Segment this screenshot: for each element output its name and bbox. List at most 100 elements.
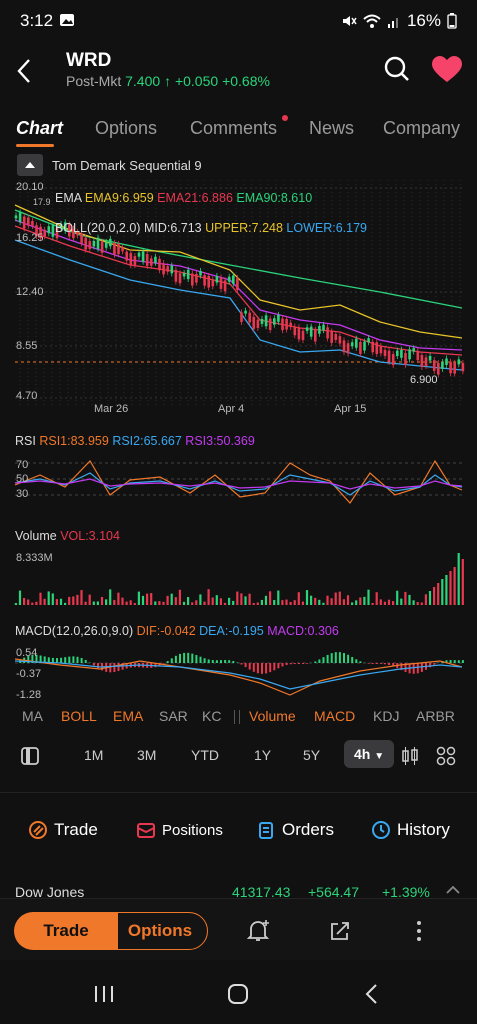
candle-body — [277, 314, 280, 322]
volume-bar — [146, 593, 149, 605]
candle-body — [342, 340, 346, 353]
volume-bar — [51, 593, 54, 605]
macd-histogram-bar — [281, 663, 284, 667]
candle-body — [338, 336, 342, 344]
macd-histogram-bar — [412, 663, 415, 674]
orders-action[interactable]: Orders — [256, 820, 334, 840]
main-price-chart[interactable] — [0, 180, 477, 415]
macd-histogram-bar — [293, 663, 296, 664]
macd-histogram-bar — [371, 663, 374, 665]
tab-news[interactable]: News — [309, 118, 354, 139]
macd-y-label: -0.37 — [16, 668, 42, 680]
candle-type-icon[interactable] — [401, 746, 419, 766]
grid-menu-icon[interactable] — [436, 746, 456, 766]
volume-bar — [396, 590, 399, 605]
indicator-sar[interactable]: SAR — [159, 708, 188, 724]
volume-bar — [441, 579, 444, 605]
macd-histogram-bar — [187, 652, 190, 663]
volume-bar — [129, 600, 132, 605]
orders-icon — [259, 822, 273, 839]
trade-action[interactable]: Trade — [28, 820, 98, 840]
volume-bar — [310, 595, 313, 605]
macd-histogram-bar — [302, 663, 304, 665]
tab-options[interactable]: Options — [95, 118, 157, 139]
alert-bell-icon[interactable] — [246, 918, 272, 944]
macd-chart[interactable] — [0, 645, 477, 703]
tab-company[interactable]: Company — [383, 118, 460, 139]
back-icon[interactable] — [15, 58, 33, 84]
period-5y[interactable]: 5Y — [303, 747, 320, 763]
candle-body — [182, 272, 186, 277]
indicator-boll[interactable]: BOLL — [61, 708, 97, 724]
indicator-volume[interactable]: Volume — [249, 708, 296, 724]
volume-bar — [199, 594, 202, 605]
macd-histogram-bar — [375, 663, 378, 665]
candle-body — [322, 324, 325, 331]
period-4h: 4h — [354, 746, 371, 762]
indicator-macd[interactable]: MACD — [314, 708, 355, 724]
indicator-kc[interactable]: KC — [202, 708, 221, 724]
rsi-y-label: 50 — [16, 473, 29, 485]
candle-body — [420, 355, 424, 368]
volume-bar — [170, 593, 173, 605]
system-back-icon[interactable] — [362, 982, 380, 1006]
candle-body — [350, 342, 354, 347]
candle-body — [396, 350, 399, 357]
volume-bar — [31, 602, 34, 605]
landscape-toggle-icon[interactable] — [20, 746, 40, 766]
period-3m[interactable]: 3M — [137, 747, 156, 763]
x-label: Apr 4 — [218, 403, 245, 415]
volume-bar — [260, 599, 263, 605]
tab-comments[interactable]: Comments — [190, 118, 277, 139]
candle-body — [371, 341, 374, 353]
macd-histogram-bar — [203, 658, 206, 663]
candle-body — [191, 273, 194, 286]
indicator-kdj[interactable]: KDJ — [373, 708, 399, 724]
period-1m[interactable]: 1M — [84, 747, 103, 763]
macd-histogram-bar — [236, 662, 239, 663]
volume-bar — [39, 592, 42, 605]
more-options-icon[interactable] — [414, 919, 424, 943]
volume-chart[interactable] — [0, 548, 477, 608]
period-4h-dropdown[interactable]: 4h ▼ — [344, 740, 395, 768]
candle-body — [404, 352, 407, 365]
macd-histogram-bar — [215, 660, 218, 663]
candle-body — [432, 360, 436, 371]
options-button[interactable]: Options — [112, 912, 208, 950]
system-nav-bar — [0, 960, 477, 1024]
macd-histogram-bar — [449, 659, 452, 663]
indicator-ema[interactable]: EMA — [113, 708, 143, 724]
indicator-ma[interactable]: MA — [22, 708, 43, 724]
volume-bar — [269, 591, 272, 605]
positions-action[interactable]: Positions — [136, 820, 223, 840]
indicator-arbr[interactable]: ARBR — [416, 708, 455, 724]
history-action[interactable]: History — [371, 820, 450, 840]
macd-histogram-bar — [334, 652, 337, 663]
candle-body — [326, 327, 329, 339]
macd-histogram-bar — [461, 660, 464, 663]
volume-bar — [178, 589, 181, 605]
boll-legend: BOLL(20.0,2.0) MID:6.713 UPPER:7.248 LOW… — [55, 221, 367, 235]
tab-chart[interactable]: Chart — [16, 118, 63, 139]
orders-label: Orders — [282, 820, 334, 839]
period-ytd[interactable]: YTD — [191, 747, 219, 763]
volume-bar — [166, 595, 169, 605]
candle-body — [236, 278, 239, 290]
period-1y[interactable]: 1Y — [254, 747, 271, 763]
volume-bar — [80, 590, 83, 605]
favorite-heart-icon[interactable] — [431, 56, 463, 84]
recent-apps-icon[interactable] — [92, 984, 116, 1004]
candle-body — [174, 269, 178, 282]
rsi-chart[interactable] — [0, 455, 477, 515]
share-icon[interactable] — [328, 919, 352, 943]
trade-button[interactable]: Trade — [14, 912, 118, 950]
collapse-button[interactable] — [17, 154, 43, 176]
volume-bar — [285, 599, 288, 605]
search-icon[interactable] — [383, 55, 411, 83]
candle-body — [150, 258, 153, 266]
volume-bar — [174, 597, 177, 605]
boll-lower-value: LOWER:6.179 — [286, 221, 368, 235]
home-icon[interactable] — [226, 982, 250, 1006]
chevron-up-icon[interactable] — [445, 884, 461, 896]
volume-bar — [346, 595, 350, 605]
